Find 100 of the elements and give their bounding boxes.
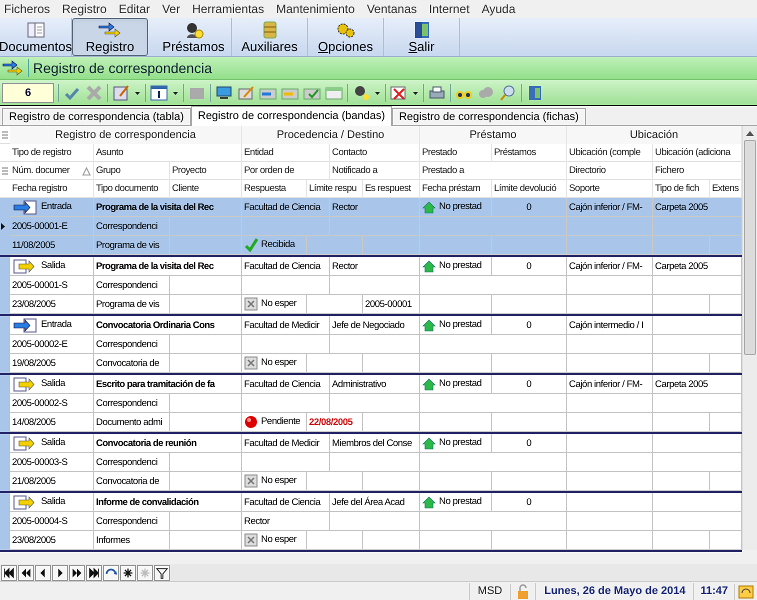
column-header[interactable]: Entidad (242, 144, 330, 162)
menu-item[interactable]: Editar (118, 0, 150, 18)
table-cell: 2005-00003-S (10, 453, 94, 472)
crossed-box-icon (244, 297, 258, 311)
padlock-icon (517, 584, 530, 600)
menu-item[interactable]: Ventanas (366, 0, 417, 18)
table-delete-icon[interactable] (390, 84, 408, 102)
user-label: MSD (468, 583, 510, 600)
record-type: Salida (41, 376, 66, 391)
table-cell: Correspondenci (94, 335, 170, 354)
table-cell: 22/08/2005 (307, 413, 363, 432)
house-icon (422, 378, 436, 390)
menu-item[interactable]: Ayuda (482, 0, 516, 18)
column-header[interactable]: Asunto (94, 144, 242, 162)
column-header[interactable]: Préstamos (492, 144, 567, 162)
first-icon[interactable] (2, 564, 16, 580)
record-type: Salida (41, 436, 66, 450)
incoming-document-icon (12, 200, 38, 214)
column-header[interactable]: Ubicación (567, 126, 742, 144)
table-cell: Programa de vis (94, 236, 170, 255)
menu-item[interactable]: Ficheros (4, 0, 50, 18)
table-cell: Facultad de Medicir (242, 316, 330, 335)
menu-item[interactable]: Mantenimiento (276, 0, 355, 18)
house-icon (422, 496, 436, 508)
house-icon (422, 260, 436, 272)
table-cell: Escrito para tramitación de fa (94, 375, 242, 394)
tab[interactable]: Registro de correspondencia (tabla) (2, 108, 191, 125)
record-type: Entrada (41, 200, 72, 214)
record-type: Salida (41, 494, 66, 509)
column-header[interactable]: Registro de correspondencia (10, 126, 242, 144)
table-cell: 2005-00001-S (10, 276, 94, 295)
record-band[interactable]: Entrada Programa de la visita del Rec Facultad de Ciencia Rector No prestad 0 Cajón inferior / FM- Carpeta 2005 2005-00001-E Correspondenci 11/08/2005 Programa de vis Recibida (0, 198, 742, 257)
folder-pencil-icon[interactable] (237, 84, 255, 102)
printer-icon[interactable] (428, 84, 446, 102)
tab[interactable]: Registro de correspondencia (bandas) (190, 106, 392, 126)
tab[interactable]: Registro de correspondencia (fichas) (392, 108, 586, 125)
monitor-icon[interactable] (215, 84, 233, 102)
menu-item[interactable]: Herramientas (192, 0, 264, 18)
info-icon[interactable] (150, 84, 168, 102)
toolbar-button[interactable]: Opciones (308, 18, 384, 56)
table-cell: Facultad de Ciencia (242, 375, 330, 394)
table-cell: Facultad de Ciencia (242, 198, 330, 217)
table-cell: Convocatoria de (94, 472, 170, 491)
table-cell: Cajón inferior / FM- (567, 257, 653, 276)
table-cell-text: No esper (261, 532, 296, 547)
scroll-up-icon[interactable] (746, 130, 754, 136)
table-cell: Jefe del Área Acad (330, 493, 420, 512)
scrollbar[interactable] (742, 126, 757, 550)
table-cell: Rector (242, 512, 330, 531)
check-icon (244, 238, 258, 252)
table-cell: Rector (330, 257, 420, 276)
column-header[interactable]: Por orden de (242, 162, 330, 180)
column-header[interactable]: Grupo (94, 162, 170, 180)
arrows-icon (97, 20, 123, 38)
toolbar-button[interactable]: Salir (384, 18, 460, 56)
toolbar-button[interactable]: Préstamos (156, 18, 232, 56)
record-count-field[interactable]: 6 (2, 82, 54, 102)
table-cell: 0 (492, 375, 567, 394)
toolbar-button[interactable]: Documentos (0, 18, 72, 56)
menu-item[interactable]: Internet (428, 0, 470, 18)
edit-icon[interactable] (112, 84, 130, 102)
table-cell: 23/08/2005 (10, 531, 94, 550)
column-header[interactable]: Proyecto (170, 162, 242, 180)
column-header[interactable]: Notificado a (330, 162, 420, 180)
table-cell: Facultad de Ciencia (242, 493, 330, 512)
table-cell-text: No prestad (439, 318, 482, 332)
column-header[interactable]: Ubicación (comple (567, 144, 653, 162)
door-icon[interactable] (526, 84, 544, 102)
column-header[interactable]: Directorio (567, 162, 653, 180)
column-header[interactable]: Núm. documer (12, 162, 70, 180)
menu-item[interactable]: Ver (162, 0, 180, 18)
table-cell: Informe de convalidación (94, 493, 242, 512)
incoming-document-icon (12, 318, 38, 332)
menu-item[interactable]: Registro (62, 0, 107, 18)
row-pointer-icon (0, 222, 6, 231)
window-title: Registro de correspondencia (33, 58, 212, 78)
table-cell: Documento admi (94, 413, 170, 432)
table-cell: Convocatoria de reunión (94, 434, 242, 453)
column-header[interactable]: Préstamo (420, 126, 567, 144)
table-cell: 0 (492, 198, 567, 217)
table-cell: Convocatoria Ordinaria Cons (94, 316, 242, 335)
column-header[interactable]: Contacto (330, 144, 420, 162)
columns-icon[interactable] (1, 166, 9, 176)
toolbar-button[interactable]: Auxiliares (232, 18, 308, 56)
column-header[interactable]: Tipo de registro (10, 144, 94, 162)
column-header[interactable]: Procedencia / Destino (242, 126, 420, 144)
last-icon[interactable] (87, 564, 101, 580)
toolbar-button[interactable]: Registro (72, 18, 148, 56)
status-dot-icon (244, 415, 258, 429)
table-cell: Convocatoria de (94, 354, 170, 373)
columns-icon[interactable] (1, 130, 9, 140)
house-icon (422, 318, 436, 332)
column-header[interactable]: Prestado a (420, 162, 567, 180)
magnifier-icon[interactable] (499, 84, 517, 102)
table-cell: Jefe de Negociado (330, 316, 420, 335)
house-icon (422, 436, 436, 450)
person-clock-icon[interactable] (352, 84, 370, 102)
gears-icon (334, 20, 356, 38)
column-header[interactable]: Prestado (420, 144, 492, 162)
table-cell: Facultad de Ciencia (242, 257, 330, 276)
